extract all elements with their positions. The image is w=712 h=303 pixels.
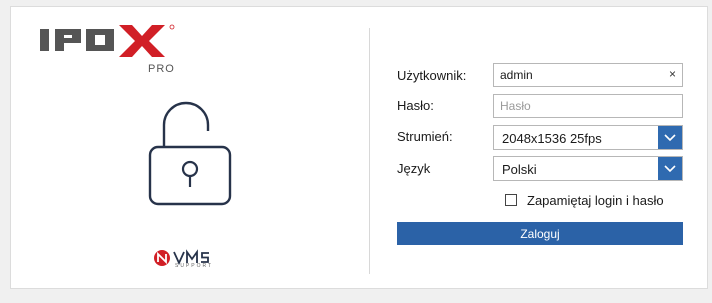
password-label: Hasło: [397,98,434,113]
stream-label: Strumień: [397,129,453,144]
language-select[interactable]: Polski [493,156,683,181]
language-label: Język [397,161,431,176]
username-input[interactable] [494,64,660,86]
remember-label: Zapamiętaj login i hasło [527,192,664,208]
close-icon[interactable]: × [669,67,676,81]
unlocked-padlock-icon [136,95,242,210]
stream-select[interactable]: 2048x1536 25fps [493,125,683,150]
username-label: Użytkownik: [397,68,467,83]
vertical-divider [369,28,370,274]
nvms-logo: SUPPORT [152,248,232,272]
remember-login-option[interactable]: Zapamiętaj login i hasło [505,192,664,208]
login-button[interactable]: Zaloguj [397,222,683,245]
password-field[interactable] [493,94,683,118]
ipox-logo: PRO [28,21,198,81]
language-value: Polski [502,162,537,177]
remember-checkbox[interactable] [505,194,517,206]
username-field[interactable]: × [493,63,683,87]
password-input[interactable] [494,95,660,117]
logo-pro-text: PRO [148,63,175,75]
chevron-down-icon[interactable] [658,126,682,149]
stream-value: 2048x1536 25fps [502,131,602,146]
chevron-down-icon[interactable] [658,157,682,180]
nvms-subtext: SUPPORT [175,263,214,269]
